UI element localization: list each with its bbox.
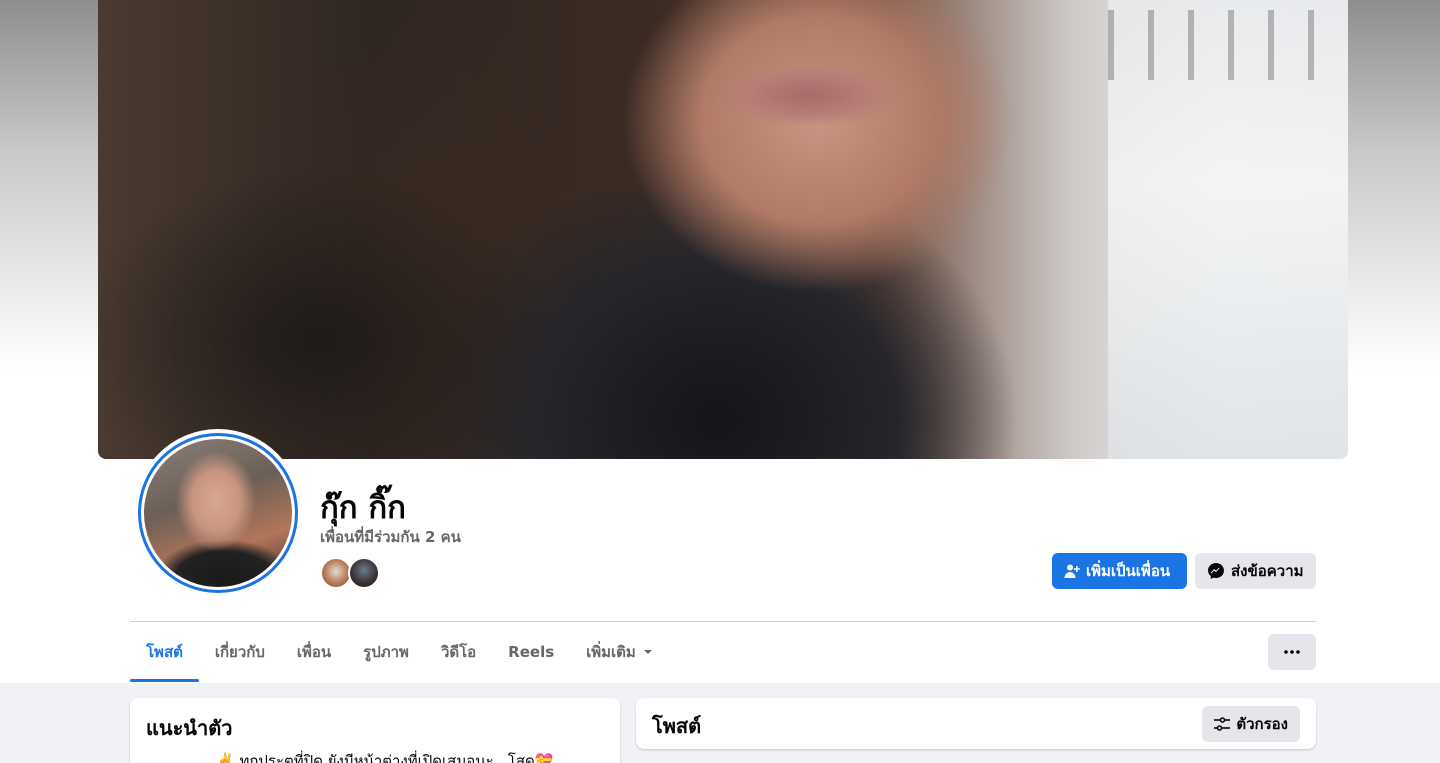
cover-photo-hair-shading: [98, 120, 618, 459]
tab-posts[interactable]: โพสต์: [130, 622, 199, 682]
message-button[interactable]: ส่งข้อความ: [1195, 553, 1316, 589]
intro-title: แนะนำตัว: [146, 716, 233, 740]
intro-card: แนะนำตัว ✌️ ทุกประตูที่ปิด ยังมีหน้าต่าง…: [130, 698, 620, 763]
tab-label: เพิ่มเติม: [586, 643, 636, 661]
tab-label: วิดีโอ: [440, 643, 477, 661]
add-friend-button[interactable]: เพิ่มเป็นเพื่อน: [1052, 553, 1187, 589]
cover-photo-window-bars: [1108, 10, 1348, 80]
story-ring: [138, 433, 298, 593]
profile-tabs: โพสต์ เกี่ยวกับ เพื่อน รูปภาพ วิดีโอ Ree…: [130, 622, 670, 682]
intro-bio: ✌️ ทุกประตูที่ปิด ยังมีหน้าต่างที่เปิดเส…: [216, 752, 554, 763]
tab-label: Reels: [508, 643, 555, 661]
profile-picture[interactable]: [134, 429, 302, 597]
caret-down-icon: [643, 650, 652, 654]
tab-label: เกี่ยวกับ: [214, 643, 265, 661]
cover-photo-lips: [713, 64, 903, 126]
add-friend-icon: [1064, 564, 1080, 578]
posts-title: โพสต์: [652, 714, 702, 738]
tab-label: รูปภาพ: [363, 643, 409, 661]
filter-button[interactable]: ตัวกรอง: [1202, 706, 1300, 742]
tab-friends[interactable]: เพื่อน: [281, 622, 347, 682]
tab-photos[interactable]: รูปภาพ: [347, 622, 425, 682]
cover-photo[interactable]: [98, 0, 1348, 459]
tab-label: โพสต์: [146, 643, 183, 661]
filter-label: ตัวกรอง: [1236, 715, 1288, 733]
more-options-button[interactable]: [1268, 634, 1316, 670]
tab-videos[interactable]: วิดีโอ: [425, 622, 492, 682]
more-dots-icon: [1284, 650, 1300, 654]
add-friend-label: เพิ่มเป็นเพื่อน: [1086, 562, 1171, 580]
mutual-friend-avatar[interactable]: [348, 557, 380, 589]
tab-about[interactable]: เกี่ยวกับ: [199, 622, 281, 682]
filter-icon: [1214, 717, 1231, 731]
profile-picture-image: [144, 439, 292, 587]
message-label: ส่งข้อความ: [1231, 562, 1304, 580]
posts-card: โพสต์ ตัวกรอง: [636, 698, 1316, 749]
mutual-friends-avatars: [320, 557, 380, 589]
tab-label: เพื่อน: [296, 643, 332, 661]
messenger-icon: [1208, 563, 1224, 579]
tab-reels[interactable]: Reels: [492, 622, 570, 682]
mutual-friends-link[interactable]: เพื่อนที่มีร่วมกัน 2 คน: [320, 525, 461, 549]
tab-more[interactable]: เพิ่มเติม: [570, 622, 670, 682]
